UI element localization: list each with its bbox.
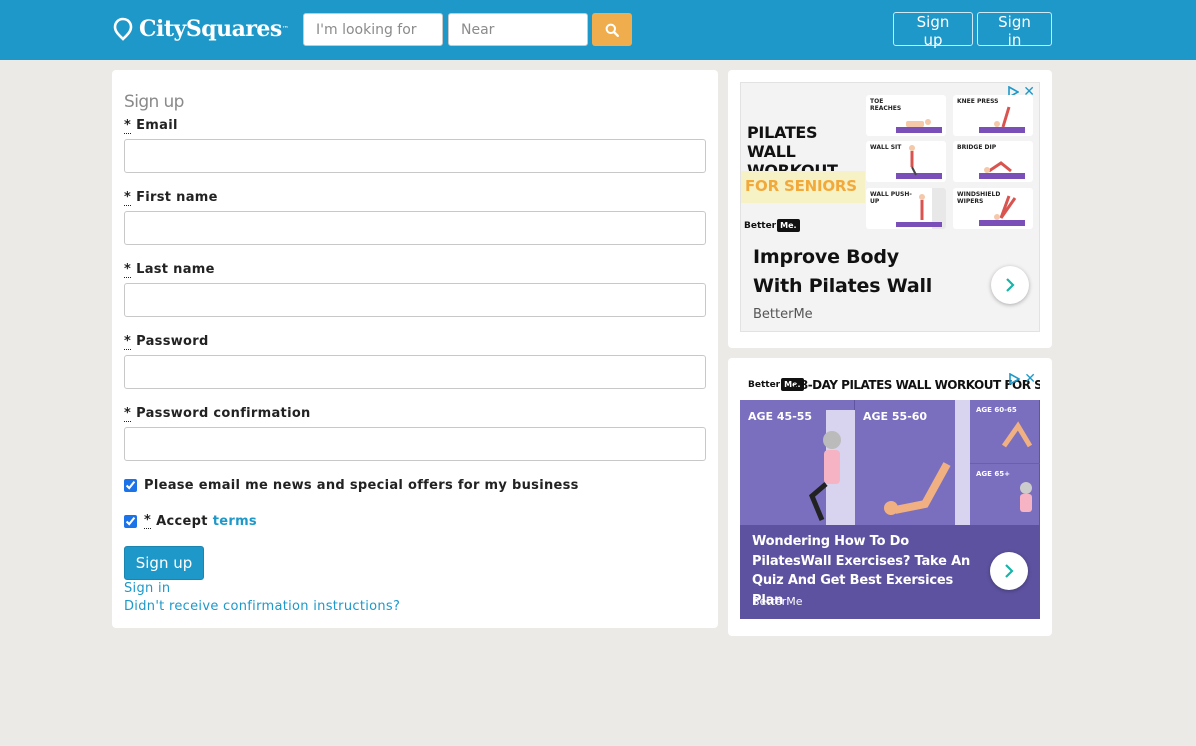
betterme-logo: Better Me. xyxy=(744,219,800,232)
location-pin-icon xyxy=(113,17,133,41)
required-marker: * xyxy=(124,406,132,422)
exercise-tile: WINDSHIELD WIPERS xyxy=(953,188,1033,229)
chevron-right-icon xyxy=(1005,564,1014,578)
password-confirmation-label-text: Password confirmation xyxy=(136,406,311,421)
first-name-label-text: First name xyxy=(136,190,218,205)
header-signup-button[interactable]: Sign up xyxy=(893,12,973,49)
ad-panel-1: ✕ PILATES WALL WORKOUT FOR SENIORS Bette… xyxy=(728,70,1052,348)
logo-text: CitySquares xyxy=(139,16,282,42)
tile-label: TOE REACHES xyxy=(870,98,902,112)
tile-label: KNEE PRESS xyxy=(957,98,999,105)
ad-arrow-button[interactable] xyxy=(990,552,1028,590)
exercise-figure-icon xyxy=(808,410,855,527)
brand-badge: Me. xyxy=(777,219,800,232)
terms-link[interactable]: terms xyxy=(213,514,257,529)
password-label: * Password xyxy=(124,334,209,350)
last-name-label-text: Last name xyxy=(136,262,215,277)
chevron-right-icon xyxy=(1006,278,1015,292)
first-name-label: * First name xyxy=(124,190,218,206)
search-what-input[interactable] xyxy=(303,13,443,46)
email-field[interactable] xyxy=(124,139,706,173)
signup-panel: Sign up * Email * First name * Last name * P… xyxy=(112,70,718,628)
newsletter-checkbox[interactable] xyxy=(124,479,137,492)
ad-choices[interactable]: ✕ xyxy=(1008,372,1036,386)
required-marker: * xyxy=(144,513,152,529)
header-signin-button[interactable]: Sign in xyxy=(977,12,1052,49)
ad-arrow-button[interactable] xyxy=(991,266,1029,304)
brand-text: Better xyxy=(744,220,777,231)
tile-label: WALL SIT xyxy=(870,144,902,151)
ad-source: BetterMe xyxy=(752,595,803,608)
required-marker: * xyxy=(124,334,132,350)
password-confirmation-field[interactable] xyxy=(124,427,706,461)
search-button[interactable] xyxy=(592,13,632,46)
email-label: * Email xyxy=(124,118,178,134)
exercise-tile: WALL PUSH-UP xyxy=(866,188,946,229)
exercise-tile: KNEE PRESS xyxy=(953,95,1033,136)
ad-title[interactable]: Improve Body With Pilates Wall xyxy=(753,243,953,301)
search-near-input[interactable] xyxy=(448,13,588,46)
password-confirmation-label: * Password confirmation xyxy=(124,406,311,422)
confirmation-instructions-link[interactable]: Didn't receive confirmation instructions… xyxy=(124,599,400,614)
brand-text: Better xyxy=(748,379,781,390)
ad-highlight: FOR SENIORS xyxy=(745,177,857,195)
required-marker: * xyxy=(124,262,132,278)
newsletter-option[interactable]: Please email me news and special offers … xyxy=(124,478,579,493)
required-marker: * xyxy=(124,190,132,206)
signup-submit-button[interactable]: Sign up xyxy=(124,546,204,580)
exercise-tile: BRIDGE DIP xyxy=(953,141,1033,182)
age-panel: AGE 45-55 xyxy=(740,400,855,527)
signin-link[interactable]: Sign in xyxy=(124,581,170,596)
citysquares-logo[interactable]: CitySquares ™ xyxy=(113,14,289,44)
password-field[interactable] xyxy=(124,355,706,389)
last-name-field[interactable] xyxy=(124,283,706,317)
age-panel: AGE 60-65 xyxy=(970,400,1040,463)
accept-terms-checkbox[interactable] xyxy=(124,514,137,528)
last-name-label: * Last name xyxy=(124,262,215,278)
ad-panel-2: Better Me. 28-DAY PILATES WALL WORKOUT FO… xyxy=(728,358,1052,636)
tile-label: WINDSHIELD WIPERS xyxy=(957,191,1001,205)
logo-trademark: ™ xyxy=(281,25,289,33)
top-navbar: CitySquares ™ Sign up Sign in xyxy=(0,0,1196,60)
first-name-field[interactable] xyxy=(124,211,706,245)
newsletter-label: Please email me news and special offers … xyxy=(144,478,579,493)
search-icon xyxy=(605,23,619,37)
form-title: Sign up xyxy=(124,92,184,112)
password-label-text: Password xyxy=(136,334,209,349)
accept-label: Accept xyxy=(156,513,208,529)
age-panel: AGE 65+ xyxy=(970,464,1040,527)
email-label-text: Email xyxy=(136,118,178,133)
exercise-tile: TOE REACHES xyxy=(866,95,946,136)
exercise-figure-icon xyxy=(884,400,970,527)
adchoices-icon[interactable] xyxy=(1008,373,1021,385)
ad-source: BetterMe xyxy=(753,307,813,322)
exercise-tile: WALL SIT xyxy=(866,141,946,182)
ad-banner-title: 28-DAY PILATES WALL WORKOUT FOR SENIORS xyxy=(792,378,1040,392)
exercise-figure-icon xyxy=(1020,482,1032,512)
close-icon[interactable]: ✕ xyxy=(1024,372,1036,386)
tile-label: BRIDGE DIP xyxy=(957,144,997,151)
pilates-quiz-ad[interactable]: Better Me. 28-DAY PILATES WALL WORKOUT FO… xyxy=(740,370,1040,619)
exercise-figure-icon xyxy=(1001,421,1033,448)
age-panel: AGE 55-60 xyxy=(855,400,970,527)
accept-terms-option[interactable]: * Accept terms xyxy=(124,513,257,529)
pilates-ad[interactable]: ✕ PILATES WALL WORKOUT FOR SENIORS Bette… xyxy=(740,82,1040,332)
tile-label: WALL PUSH-UP xyxy=(870,191,912,205)
required-marker: * xyxy=(124,118,132,134)
